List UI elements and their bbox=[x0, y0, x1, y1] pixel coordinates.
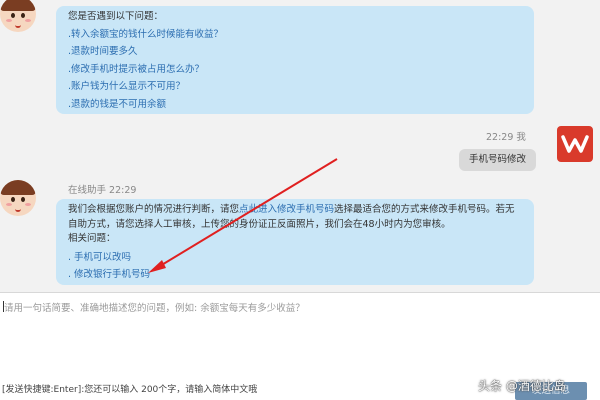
message-input[interactable] bbox=[0, 293, 594, 319]
message-input-area[interactable] bbox=[0, 292, 600, 373]
text-cursor bbox=[3, 301, 4, 312]
annotation-arrow bbox=[148, 158, 338, 273]
watermark: 头条 @酒德比岛 bbox=[478, 379, 566, 393]
chat-history[interactable]: 您是否遇到以下问题： .转入余额宝的钱什么时候能有收益？ .退款时间要多久 .修… bbox=[0, 0, 600, 292]
input-hint: [发送快捷键:Enter]:您还可以输入 200个字，请输入简体中文哦 bbox=[2, 385, 258, 395]
footer-bar: [发送快捷键:Enter]:您还可以输入 200个字，请输入简体中文哦 发送信息… bbox=[0, 372, 600, 400]
